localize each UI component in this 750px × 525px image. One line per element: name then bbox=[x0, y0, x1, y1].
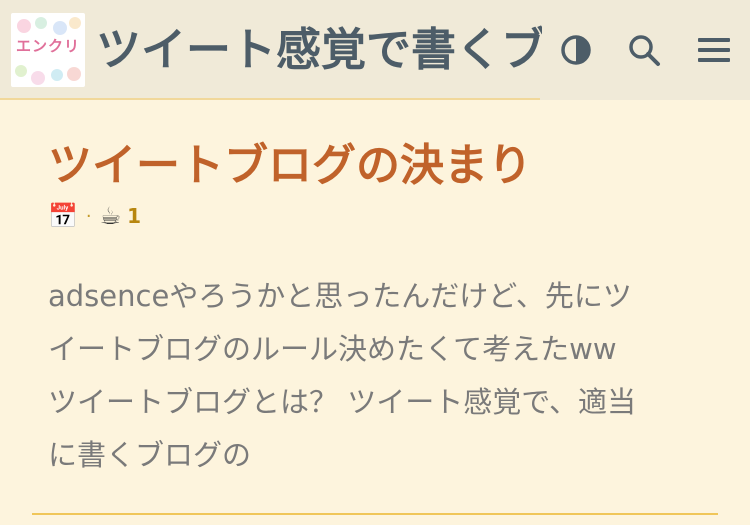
excerpt-line: に書くブログの bbox=[48, 438, 252, 472]
post-title[interactable]: ツイートブログの決まり bbox=[48, 136, 728, 196]
excerpt-line: ツイートブログとは？ ツイート感覚で、適当 bbox=[48, 385, 637, 419]
excerpt-line: adsenceやろうかと思ったんだけど、先にツ bbox=[48, 279, 632, 313]
calendar-icon: 📅 bbox=[48, 202, 78, 230]
site-title[interactable]: ツイート感覚で書くブログ bbox=[96, 14, 542, 86]
post-meta: 📅 · ☕ 1 bbox=[48, 198, 141, 234]
menu-icon[interactable] bbox=[694, 30, 734, 70]
coffee-icon: ☕ bbox=[99, 202, 122, 230]
excerpt-line: イートブログのルール決めたくて考えたww bbox=[48, 332, 617, 366]
search-icon[interactable] bbox=[624, 30, 664, 70]
post-excerpt: adsenceやろうかと思ったんだけど、先にツ イートブログのルール決めたくて考… bbox=[48, 270, 728, 482]
site-header: エンクリ ツイート感覚で書くブログ bbox=[0, 0, 750, 100]
read-time: 1 bbox=[127, 204, 142, 228]
site-logo[interactable]: エンクリ bbox=[11, 13, 85, 87]
post-divider bbox=[32, 513, 718, 515]
meta-separator: · bbox=[85, 205, 92, 227]
logo-text: エンクリ bbox=[15, 37, 80, 55]
theme-toggle-icon[interactable] bbox=[556, 30, 596, 70]
header-divider bbox=[0, 98, 540, 100]
